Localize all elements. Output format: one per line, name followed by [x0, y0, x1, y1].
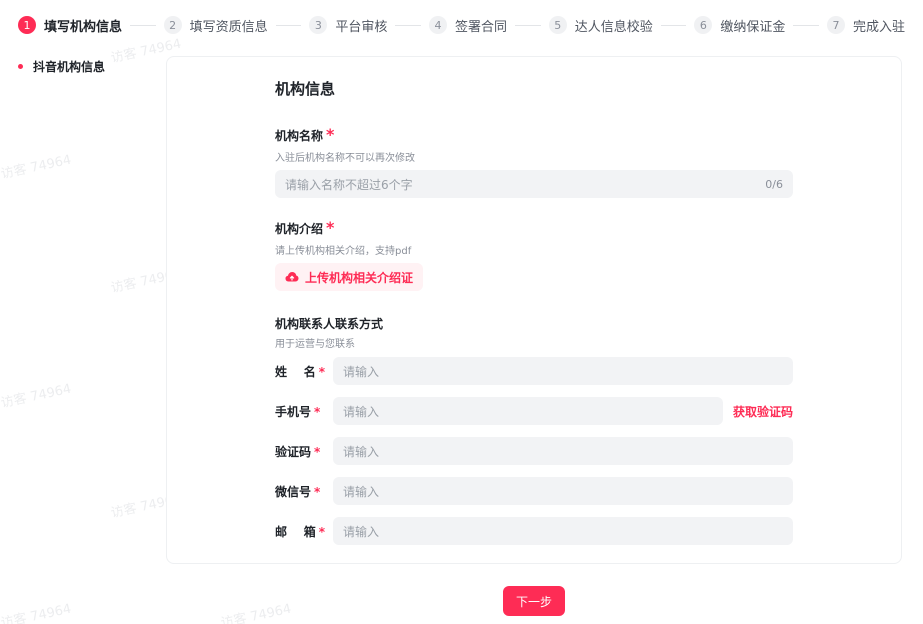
- org-name-input[interactable]: 请输入名称不超过6个字 0/6: [275, 170, 793, 198]
- section-title: 机构信息: [275, 80, 336, 98]
- step-divider: [395, 24, 422, 26]
- row-label: 姓 名 *: [275, 364, 325, 379]
- input-placeholder: 请输入: [343, 444, 380, 459]
- wechat-input[interactable]: 请输入: [333, 477, 793, 505]
- watermark: 访客 74964: [0, 152, 73, 183]
- step-number: 3: [309, 16, 328, 34]
- row-label: 手机号 *: [275, 404, 321, 419]
- input-placeholder: 请输入: [343, 484, 380, 499]
- contact-row-phone: 手机号 * 请输入 获取验证码: [275, 396, 793, 426]
- step-label: 缴纳保证金: [720, 19, 786, 35]
- step-label: 达人信息校验: [574, 19, 653, 35]
- contact-row-email: 邮 箱 * 请输入: [275, 516, 793, 546]
- org-info-form: 机构信息 机构名称 * 入驻后机构名称不可以再次修改 请输入名称不超过6个字 0/…: [275, 78, 793, 556]
- upload-intro-button[interactable]: 上传机构相关介绍证: [275, 263, 424, 291]
- step-label: 签署合同: [455, 19, 508, 35]
- input-placeholder: 请输入: [343, 524, 380, 539]
- email-input[interactable]: 请输入: [333, 517, 793, 545]
- step-3[interactable]: 3 平台审核: [309, 16, 387, 35]
- contact-row-wechat: 微信号 * 请输入: [275, 476, 793, 506]
- row-label: 验证码 *: [275, 444, 321, 459]
- step-divider: [130, 24, 156, 26]
- step-divider: [793, 24, 820, 26]
- step-number: 7: [827, 16, 846, 34]
- field-label: 机构介绍: [275, 222, 324, 236]
- step-number: 1: [18, 16, 36, 34]
- next-step-button[interactable]: 下一步: [503, 586, 565, 616]
- step-6[interactable]: 6 缴纳保证金: [694, 16, 785, 35]
- field-hint: 请上传机构相关介绍，支持pdf: [275, 246, 412, 257]
- get-code-link[interactable]: 获取验证码: [733, 403, 793, 420]
- field-label: 机构名称: [275, 129, 324, 143]
- step-number: 5: [548, 16, 567, 34]
- step-label: 完成入驻: [853, 19, 906, 35]
- phone-input[interactable]: 请输入: [333, 397, 723, 425]
- step-5[interactable]: 5 达人信息校验: [548, 16, 653, 35]
- step-number: 4: [429, 16, 448, 34]
- step-2[interactable]: 2 填写资质信息: [163, 16, 268, 35]
- step-divider: [660, 24, 687, 26]
- required-mark: *: [326, 218, 335, 237]
- step-1[interactable]: 1 填写机构信息: [18, 16, 122, 35]
- row-label: 邮 箱 *: [275, 524, 325, 539]
- contact-row-name: 姓 名 * 请输入: [275, 356, 793, 386]
- char-counter: 0/6: [765, 177, 783, 191]
- step-number: 2: [163, 16, 182, 34]
- progress-stepper: 1 填写机构信息 2 填写资质信息 3 平台审核 4 签署合同 5 达人信息校验…: [18, 14, 905, 36]
- sidenav-item-label: 抖音机构信息: [33, 60, 106, 74]
- step-divider: [515, 24, 541, 26]
- field-hint: 入驻后机构名称不可以再次修改: [275, 153, 415, 164]
- step-7[interactable]: 7 完成入驻: [827, 16, 905, 35]
- step-4[interactable]: 4 签署合同: [429, 16, 507, 35]
- step-label: 填写机构信息: [44, 19, 123, 35]
- org-name-field: 机构名称 * 入驻后机构名称不可以再次修改 请输入名称不超过6个字 0/6: [275, 125, 793, 198]
- verification-code-input[interactable]: 请输入: [333, 437, 793, 465]
- step-label: 填写资质信息: [189, 19, 268, 35]
- name-input[interactable]: 请输入: [333, 357, 793, 385]
- contact-title: 机构联系人联系方式: [275, 317, 384, 331]
- step-number: 6: [694, 16, 713, 34]
- row-label: 微信号 *: [275, 484, 321, 499]
- step-divider: [275, 24, 302, 26]
- contact-row-code: 验证码 * 请输入: [275, 436, 793, 466]
- watermark: 访客 74964: [0, 381, 73, 412]
- cloud-upload-icon: [285, 272, 299, 282]
- input-placeholder: 请输入: [343, 404, 380, 419]
- input-placeholder: 请输入名称不超过6个字: [285, 177, 413, 192]
- org-intro-field: 机构介绍 * 请上传机构相关介绍，支持pdf 上传机构相关介绍证: [275, 218, 793, 291]
- input-placeholder: 请输入: [343, 364, 380, 379]
- watermark: 访客 74964: [219, 601, 293, 624]
- sidenav-item-org-info[interactable]: 抖音机构信息: [18, 58, 105, 75]
- active-dot-icon: [18, 64, 23, 69]
- required-mark: *: [326, 125, 335, 144]
- step-label: 平台审核: [335, 19, 388, 35]
- upload-label: 上传机构相关介绍证: [305, 270, 414, 285]
- side-nav: 抖音机构信息: [18, 58, 105, 75]
- contact-hint: 用于运营与您联系: [275, 339, 355, 350]
- contact-section: 机构联系人联系方式 用于运营与您联系 姓 名 * 请输入 手机号 * 请输入 获取验…: [275, 315, 793, 546]
- watermark: 访客 74964: [0, 601, 73, 624]
